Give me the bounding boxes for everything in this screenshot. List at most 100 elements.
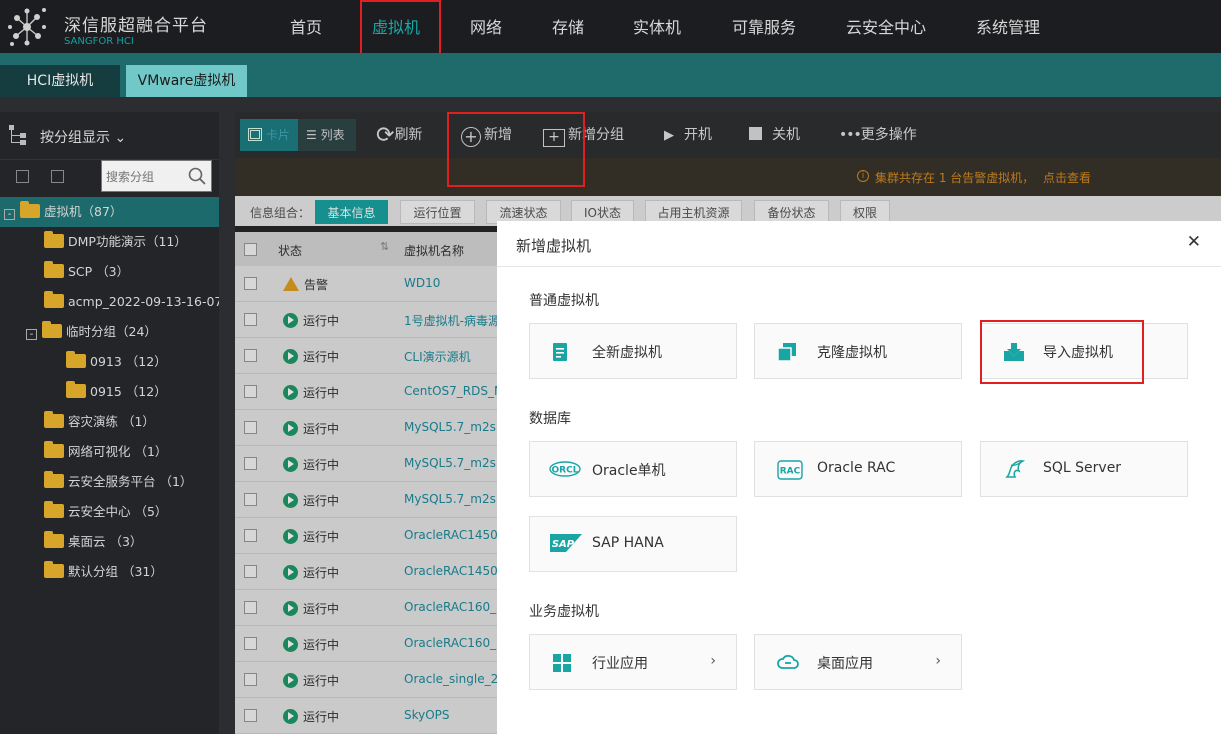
clone-icon xyxy=(777,343,796,362)
folder-icon xyxy=(44,231,64,248)
card-label-oracle-rac: Oracle RAC xyxy=(817,460,896,476)
dialog-title: 新增虚拟机 xyxy=(516,237,592,255)
card-clone-vm[interactable]: 克隆虚拟机 xyxy=(754,323,962,379)
tree-item-label: DMP功能演示（11） xyxy=(68,234,187,249)
subtab-bar: HCI虚拟机 VMware虚拟机 xyxy=(0,53,1221,97)
highlight-box-import xyxy=(980,320,1144,384)
card-label-industry-apps: 行业应用 xyxy=(592,656,648,672)
folder-icon xyxy=(20,201,40,218)
card-desktop-apps[interactable]: 桌面应用 › xyxy=(754,634,962,690)
tree-item[interactable]: 云安全服务平台 （1） xyxy=(0,467,219,497)
nav-cloud-security[interactable]: 云安全中心 xyxy=(846,0,926,53)
collapse-toggle-icon[interactable]: - xyxy=(26,329,37,340)
card-label-new-vm: 全新虚拟机 xyxy=(592,345,662,361)
folder-icon xyxy=(66,381,86,398)
tab-vmware-vm[interactable]: VMware虚拟机 xyxy=(126,65,247,97)
group-display-toggle[interactable]: 按分组显示 ⌄ xyxy=(40,127,126,147)
tree-item[interactable]: 容灾演练 （1） xyxy=(0,407,219,437)
card-new-vm[interactable]: 全新虚拟机 xyxy=(529,323,737,379)
sidebar-header: 按分组显示 ⌄ xyxy=(0,112,219,160)
group-search-box[interactable] xyxy=(101,160,212,192)
tree-item[interactable]: - 临时分组（24） xyxy=(0,317,219,347)
nav-network[interactable]: 网络 xyxy=(470,0,502,53)
card-sap-hana[interactable]: SAP SAP HANA xyxy=(529,516,737,572)
nav-physical[interactable]: 实体机 xyxy=(633,0,681,53)
folder-icon xyxy=(44,291,64,308)
nav-reliable[interactable]: 可靠服务 xyxy=(732,0,796,53)
collapse-all-icon[interactable] xyxy=(51,170,64,183)
folder-icon xyxy=(42,321,62,338)
tree-item[interactable]: 默认分组 （31） xyxy=(0,557,219,587)
oracle-icon: ORCL xyxy=(549,461,581,477)
chevron-right-icon: › xyxy=(935,653,941,669)
brand-subtitle: SANGFOR HCI xyxy=(64,36,134,47)
doc-icon xyxy=(553,343,567,361)
chevron-right-icon: › xyxy=(710,653,716,669)
card-oracle-rac[interactable]: RAC Oracle RAC xyxy=(754,441,962,497)
nav-storage[interactable]: 存储 xyxy=(552,0,584,53)
tree-item[interactable]: 0913 （12） xyxy=(0,347,219,377)
tree-item-label: SCP （3） xyxy=(68,264,130,279)
folder-icon xyxy=(44,561,64,578)
highlight-box-nav xyxy=(360,0,441,55)
svg-text:RAC: RAC xyxy=(780,467,801,477)
tree-item[interactable]: acmp_2022-09-13-16-07-2 xyxy=(0,287,219,317)
tree-item[interactable]: 桌面云 （3） xyxy=(0,527,219,557)
sangfor-logo-icon xyxy=(8,8,46,46)
tab-hci-vm[interactable]: HCI虚拟机 xyxy=(0,65,120,97)
tree-item[interactable]: 0915 （12） xyxy=(0,377,219,407)
add-vm-dialog: 新增虚拟机 ✕ 普通虚拟机 全新虚拟机 克隆虚拟机 导入虚拟机 数据库 ORCL… xyxy=(497,221,1221,734)
sqlserver-icon xyxy=(1005,460,1026,478)
top-bar: 深信服超融合平台 SANGFOR HCI 首页 虚拟机 网络 存储 实体机 可靠… xyxy=(0,0,1221,53)
chevron-down-icon: ⌄ xyxy=(114,130,127,146)
tree-item-label: 容灾演练 （1） xyxy=(68,414,155,429)
close-icon[interactable]: ✕ xyxy=(1187,232,1201,252)
tree-item-label: acmp_2022-09-13-16-07-2 xyxy=(68,294,219,309)
tree-item[interactable]: 云安全中心 （5） xyxy=(0,497,219,527)
folder-icon xyxy=(44,411,64,428)
nav-home[interactable]: 首页 xyxy=(290,0,322,53)
folder-icon xyxy=(44,531,64,548)
svg-text:ORCL: ORCL xyxy=(552,466,579,476)
section-title-business: 业务虚拟机 xyxy=(529,604,599,620)
tree-item[interactable]: 网络可视化 （1） xyxy=(0,437,219,467)
expand-all-icon[interactable] xyxy=(16,170,29,183)
tree-item-label: 云安全中心 （5） xyxy=(68,504,168,519)
tree-item-label: 网络可视化 （1） xyxy=(68,444,168,459)
card-industry-apps[interactable]: 行业应用 › xyxy=(529,634,737,690)
tree-item[interactable]: DMP功能演示（11） xyxy=(0,227,219,257)
nav-system[interactable]: 系统管理 xyxy=(976,0,1040,53)
folder-icon xyxy=(44,261,64,278)
card-label-sql-server: SQL Server xyxy=(1043,460,1122,476)
section-title-database: 数据库 xyxy=(529,411,571,427)
cloud-icon xyxy=(777,654,799,669)
highlight-box-add xyxy=(447,112,585,187)
brand-name: 深信服超融合平台 xyxy=(64,16,208,36)
card-oracle-single[interactable]: ORCL Oracle单机 xyxy=(529,441,737,497)
group-display-label: 按分组显示 xyxy=(40,130,110,146)
card-label-oracle-single: Oracle单机 xyxy=(592,463,666,479)
svg-text:SAP: SAP xyxy=(552,539,575,550)
card-sql-server[interactable]: SQL Server xyxy=(980,441,1188,497)
tree-item[interactable]: SCP （3） xyxy=(0,257,219,287)
tree-item[interactable]: - 虚拟机（87） xyxy=(0,197,219,227)
group-sidebar: 按分组显示 ⌄ - 虚拟机（87） DMP功能演示（11） SCP （3） acmp_2… xyxy=(0,112,219,734)
section-title-normal: 普通虚拟机 xyxy=(529,293,599,309)
dialog-divider xyxy=(497,266,1221,267)
collapse-toggle-icon[interactable]: - xyxy=(4,209,15,220)
sap-icon: SAP xyxy=(550,534,582,552)
folder-icon xyxy=(44,441,64,458)
folder-icon xyxy=(44,471,64,488)
rac-icon: RAC xyxy=(777,460,803,480)
card-label-sap-hana: SAP HANA xyxy=(592,535,664,551)
tree-item-label: 0915 （12） xyxy=(90,384,167,399)
search-icon[interactable] xyxy=(188,167,206,185)
apps-icon xyxy=(553,654,571,672)
group-search-input[interactable] xyxy=(106,167,184,187)
group-tree-icon xyxy=(8,124,28,146)
tree-item-label: 云安全服务平台 （1） xyxy=(68,474,193,489)
tree-item-label: 默认分组 （31） xyxy=(68,564,163,579)
card-label-clone-vm: 克隆虚拟机 xyxy=(817,345,887,361)
tree-item-label: 虚拟机（87） xyxy=(44,204,123,219)
folder-icon xyxy=(44,501,64,518)
